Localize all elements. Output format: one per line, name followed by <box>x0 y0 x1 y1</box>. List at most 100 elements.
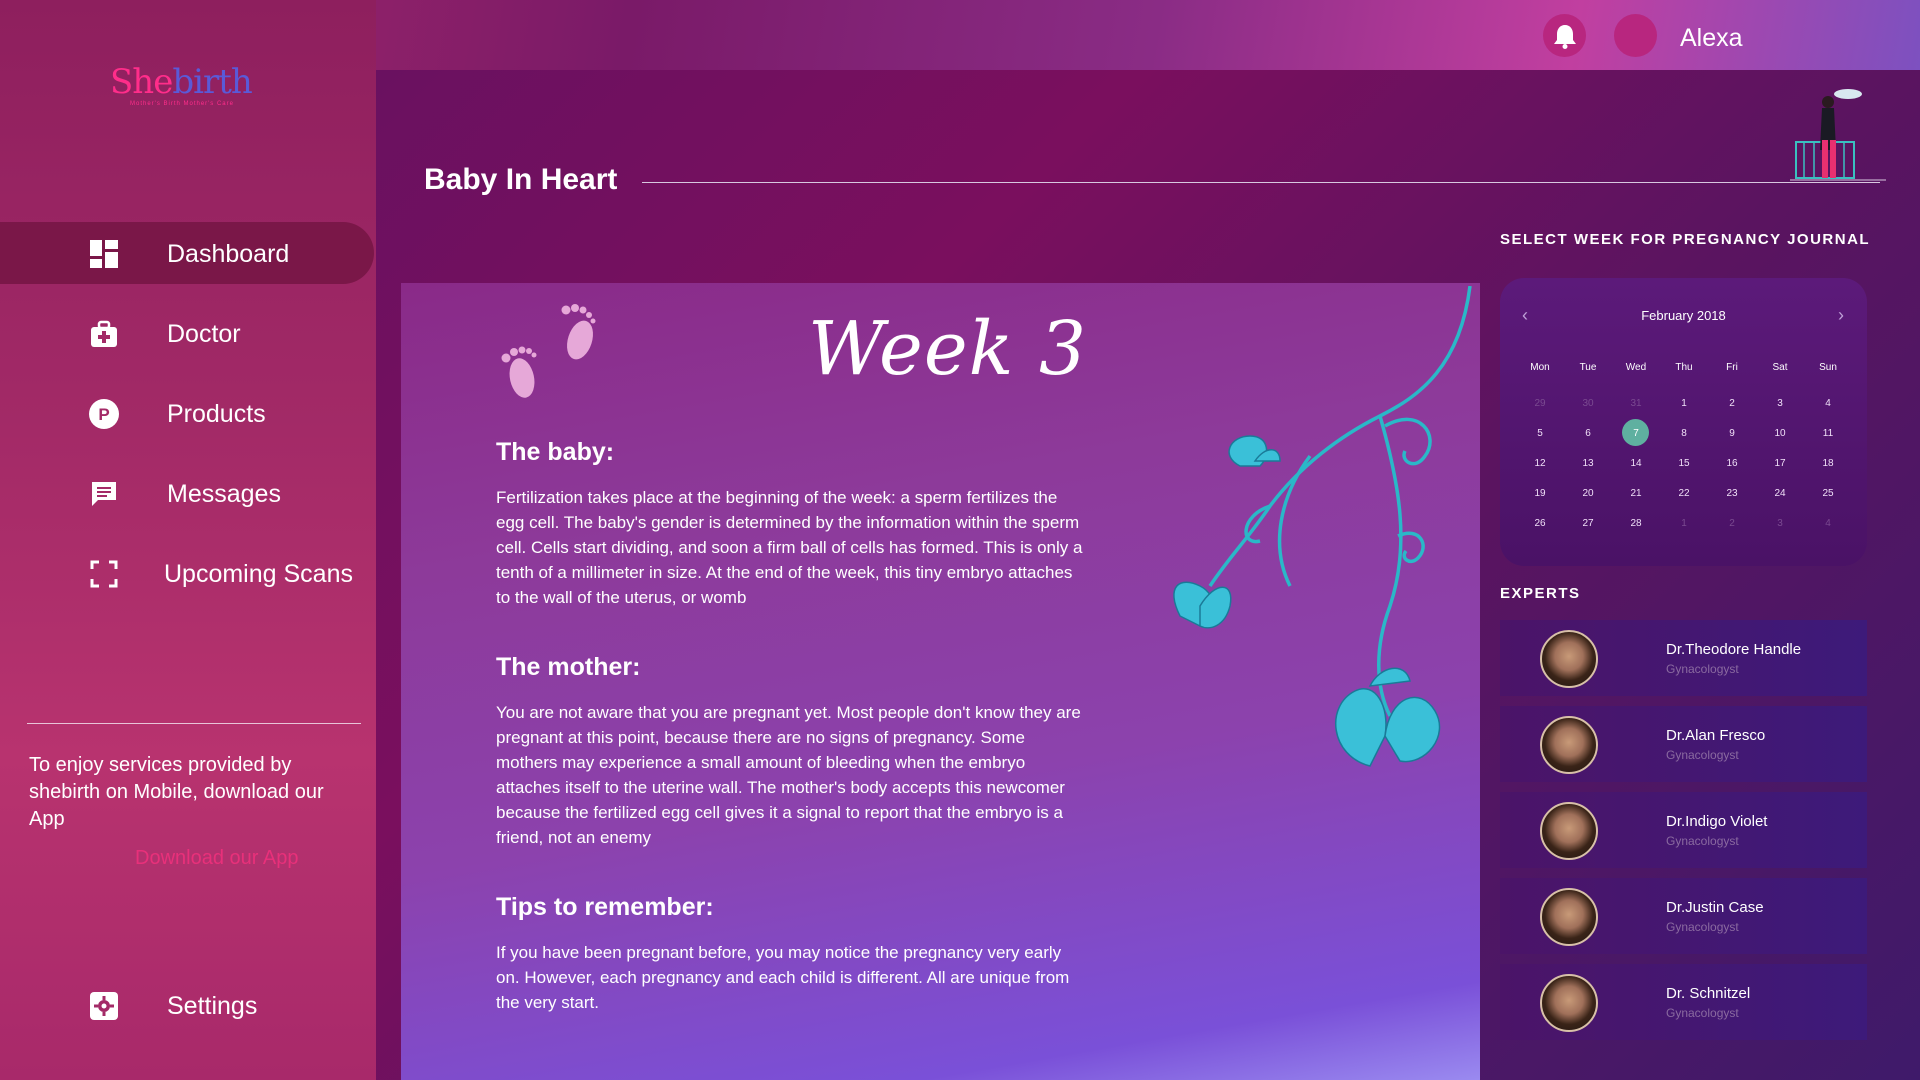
calendar-day[interactable]: 25 <box>1804 488 1852 499</box>
calendar-day[interactable]: 14 <box>1612 458 1660 469</box>
calendar-day[interactable]: 1 <box>1660 518 1708 529</box>
calendar-day-number: 14 <box>1630 457 1642 469</box>
calendar-week-row[interactable]: 5 6 7 8 9 10 11 <box>1516 418 1852 448</box>
calendar-day[interactable]: 12 <box>1516 458 1564 469</box>
calendar-day-number: 6 <box>1585 427 1591 439</box>
calendar-day[interactable]: 13 <box>1564 458 1612 469</box>
expert-card[interactable]: Dr.Indigo Violet Gynacologyst <box>1500 792 1867 868</box>
expert-role: Gynacologyst <box>1666 1006 1739 1020</box>
calendar-week-row[interactable]: 26 27 28 1 2 3 4 <box>1516 508 1852 538</box>
calendar-day[interactable]: 23 <box>1708 488 1756 499</box>
calendar-day[interactable]: 31 <box>1612 398 1660 409</box>
expert-avatar <box>1540 716 1598 774</box>
calendar-day[interactable]: 5 <box>1516 428 1564 439</box>
sidebar-item-label: Upcoming Scans <box>164 560 353 588</box>
calendar-day-number: 24 <box>1774 487 1786 499</box>
bell-icon <box>1553 24 1576 49</box>
sidebar-item-label: Messages <box>167 480 281 508</box>
calendar-day[interactable]: 24 <box>1756 488 1804 499</box>
message-icon <box>88 478 120 510</box>
expert-avatar <box>1540 974 1598 1032</box>
calendar-day-number: 29 <box>1534 397 1546 409</box>
settings-label: Settings <box>167 992 258 1020</box>
calendar-day[interactable]: 20 <box>1564 488 1612 499</box>
calendar-day[interactable]: 28 <box>1612 518 1660 529</box>
calendar-label: SELECT WEEK FOR PREGNANCY JOURNAL <box>1500 231 1871 248</box>
sidebar-item-label: Dashboard <box>167 240 290 268</box>
mother-crib-illustration <box>1790 89 1886 181</box>
experts-label: EXPERTS <box>1500 585 1581 602</box>
calendar-day-number: 9 <box>1729 427 1735 439</box>
calendar-day[interactable]: 4 <box>1804 398 1852 409</box>
download-app-link[interactable]: Download our App <box>135 847 298 870</box>
calendar-day-number: 2 <box>1729 517 1735 529</box>
calendar-day[interactable]: 18 <box>1804 458 1852 469</box>
section-heading-baby: The baby: <box>496 438 615 466</box>
calendar-day[interactable]: 3 <box>1756 518 1804 529</box>
calendar-week-row[interactable]: 12 13 14 15 16 17 18 <box>1516 448 1852 478</box>
calendar-day[interactable]: 19 <box>1516 488 1564 499</box>
calendar-week-row[interactable]: 29 30 31 1 2 3 4 <box>1516 388 1852 418</box>
calendar-day[interactable]: 2 <box>1708 398 1756 409</box>
week-calendar: ‹ February 2018 › Mon Tue Wed Thu Fri Sa… <box>1500 278 1867 566</box>
notification-button[interactable] <box>1543 14 1586 57</box>
calendar-day-number: 12 <box>1534 457 1546 469</box>
calendar-month: February 2018 <box>1641 308 1726 323</box>
expert-role: Gynacologyst <box>1666 834 1739 848</box>
sidebar-item-doctor[interactable]: Doctor <box>0 302 376 382</box>
calendar-day-number: 22 <box>1678 487 1690 499</box>
calendar-day[interactable]: 21 <box>1612 488 1660 499</box>
sidebar-item-products[interactable]: P Products <box>0 382 376 462</box>
gear-icon <box>88 990 120 1022</box>
calendar-day-number: 4 <box>1825 517 1831 529</box>
calendar-day-number: 19 <box>1534 487 1546 499</box>
calendar-day[interactable]: 8 <box>1660 428 1708 439</box>
dashboard-icon <box>88 238 120 270</box>
calendar-day[interactable]: 16 <box>1708 458 1756 469</box>
username[interactable]: Alexa <box>1680 24 1743 53</box>
calendar-day[interactable]: 6 <box>1564 428 1612 439</box>
calendar-day[interactable]: 15 <box>1660 458 1708 469</box>
expert-name: Dr.Justin Case <box>1666 899 1764 916</box>
calendar-day[interactable]: 26 <box>1516 518 1564 529</box>
expert-name: Dr.Alan Fresco <box>1666 727 1766 744</box>
sidebar-item-messages[interactable]: Messages <box>0 462 376 542</box>
calendar-day[interactable]: 2 <box>1708 518 1756 529</box>
calendar-day[interactable]: 1 <box>1660 398 1708 409</box>
calendar-day-selected[interactable]: 7 <box>1612 419 1660 446</box>
sidebar-item-upcoming-scans[interactable]: Upcoming Scans <box>0 542 376 622</box>
calendar-day-number: 7 <box>1633 427 1639 439</box>
calendar-day[interactable]: 10 <box>1756 428 1804 439</box>
calendar-day[interactable]: 11 <box>1804 428 1852 439</box>
expert-card[interactable]: Dr.Theodore Handle Gynacologyst <box>1500 620 1867 696</box>
calendar-day[interactable]: 22 <box>1660 488 1708 499</box>
weekday-label: Mon <box>1530 362 1550 373</box>
sidebar-divider <box>27 723 361 724</box>
calendar-day[interactable]: 3 <box>1756 398 1804 409</box>
calendar-day-number: 3 <box>1777 517 1783 529</box>
sidebar-item-settings[interactable]: Settings <box>0 984 376 1044</box>
calendar-week-row[interactable]: 19 20 21 22 23 24 25 <box>1516 478 1852 508</box>
expert-card[interactable]: Dr.Alan Fresco Gynacologyst <box>1500 706 1867 782</box>
calendar-day[interactable]: 4 <box>1804 518 1852 529</box>
sidebar-item-dashboard[interactable]: Dashboard <box>0 222 376 302</box>
calendar-day[interactable]: 9 <box>1708 428 1756 439</box>
calendar-day-number: 21 <box>1630 487 1642 499</box>
weekday-label: Thu <box>1675 362 1693 373</box>
section-heading-mother: The mother: <box>496 653 641 681</box>
top-bar: Alexa <box>0 0 1920 70</box>
calendar-day-number: 25 <box>1822 487 1834 499</box>
calendar-day[interactable]: 27 <box>1564 518 1612 529</box>
calendar-day-number: 20 <box>1582 487 1594 499</box>
chevron-right-icon[interactable]: › <box>1838 305 1844 326</box>
section-body-baby: Fertilization takes place at the beginni… <box>496 488 1083 607</box>
expert-card[interactable]: Dr. Schnitzel Gynacologyst <box>1500 964 1867 1040</box>
calendar-day[interactable]: 29 <box>1516 398 1564 409</box>
sidebar: Shebirth Mother's Birth Mother's Care Da… <box>0 0 376 1080</box>
calendar-day-number: 30 <box>1582 397 1594 409</box>
calendar-day[interactable]: 17 <box>1756 458 1804 469</box>
calendar-day[interactable]: 30 <box>1564 398 1612 409</box>
avatar[interactable] <box>1614 14 1657 57</box>
calendar-day-number: 11 <box>1822 427 1834 439</box>
expert-card[interactable]: Dr.Justin Case Gynacologyst <box>1500 878 1867 954</box>
